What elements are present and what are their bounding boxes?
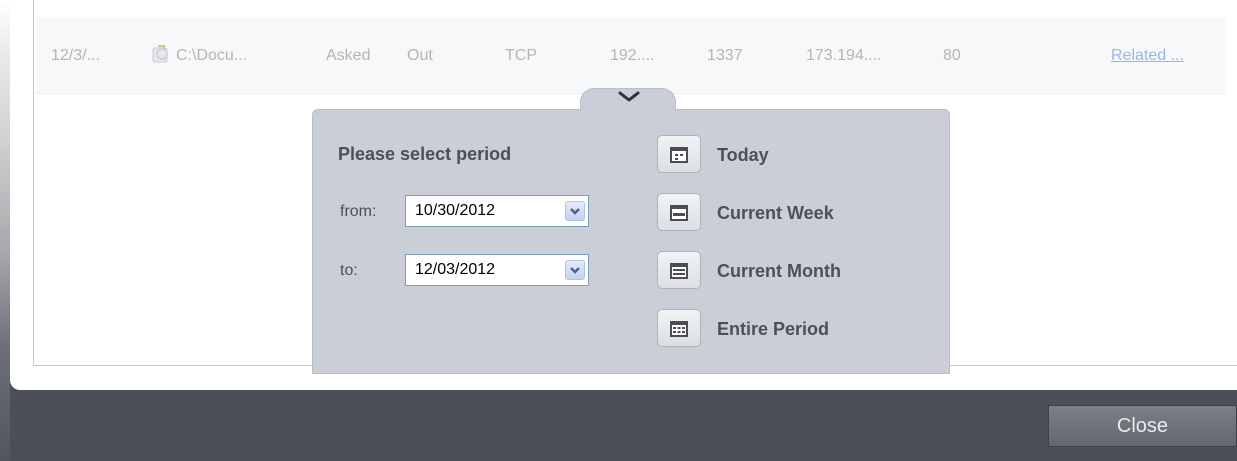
calendar-icon [670,147,688,163]
current-week-label[interactable]: Current Week [717,203,834,224]
related-link[interactable]: Related ... [1111,47,1184,65]
tab-join [581,108,675,112]
entire-period-label[interactable]: Entire Period [717,319,829,340]
to-date-value: 12/03/2012 [415,261,496,278]
cell-application: C:\Docu... [176,47,248,64]
cell-direction: Out [407,47,433,64]
cell-action: Asked [326,47,371,64]
period-title: Please select period [338,144,512,164]
cell-source-ip: 192.... [610,47,655,64]
current-week-button[interactable] [657,193,701,231]
entire-period-button[interactable] [657,309,701,347]
today-button[interactable] [657,135,701,173]
to-label: to: [340,262,358,279]
table-row[interactable]: 12/3/... C:\Docu... Asked Out TCP 192...… [35,17,1225,94]
from-date-select[interactable]: 10/30/2012 [405,195,589,227]
cell-destination-ip: 173.194.... [806,47,882,64]
to-date-select[interactable]: 12/03/2012 [405,254,589,286]
cell-source-port: 1337 [707,47,743,64]
cell-date: 12/3/... [51,47,100,64]
current-month-button[interactable] [657,251,701,289]
cell-destination-port: 80 [943,47,961,64]
application-icon [152,45,168,63]
calendar-grid-icon [670,321,688,337]
calendar-week-icon [670,205,688,221]
from-label: from: [340,203,377,220]
calendar-month-icon [670,263,688,279]
dropdown-arrow-icon[interactable] [565,260,585,280]
chevron-down-icon[interactable] [617,90,641,104]
window-edge [0,0,10,461]
from-date-value: 10/30/2012 [415,202,496,219]
cell-protocol: TCP [505,47,537,64]
today-label[interactable]: Today [717,145,769,166]
dropdown-arrow-icon[interactable] [565,201,585,221]
current-month-label[interactable]: Current Month [717,261,841,282]
close-button[interactable]: Close [1048,405,1237,447]
